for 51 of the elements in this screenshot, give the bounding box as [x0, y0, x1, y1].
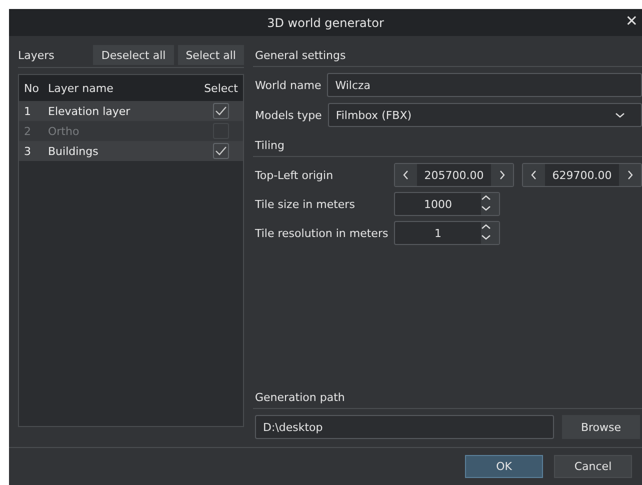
path-field[interactable]: D:\desktop	[255, 415, 554, 439]
chevron-up-icon	[481, 193, 491, 203]
window-title: 3D world generator	[267, 16, 384, 30]
chevron-right-icon	[497, 170, 507, 180]
chevron-up-icon	[481, 222, 491, 232]
table-cell-text: 2	[24, 124, 32, 138]
layer-row[interactable]: 3 Buildings	[19, 141, 243, 161]
chevron-down-icon	[481, 232, 491, 242]
layer-row[interactable]: 1 Elevation layer	[19, 101, 243, 121]
increment-button[interactable]	[619, 164, 641, 186]
coordinate-spinbox[interactable]: 205700.00	[394, 163, 514, 187]
models-type-dropdown[interactable]: Filmbox (FBX)	[328, 103, 642, 127]
cancel-button[interactable]: Cancel	[554, 455, 632, 478]
browse-button[interactable]: Browse	[562, 415, 640, 439]
decrement-button[interactable]	[523, 164, 545, 186]
chevron-down-icon	[615, 110, 625, 120]
field-label: Models type	[255, 108, 322, 122]
ok-button[interactable]: OK	[465, 455, 543, 478]
chevron-left-icon	[401, 170, 411, 180]
field-label: Top-Left origin	[255, 168, 334, 182]
check-icon	[215, 146, 227, 156]
chevron-right-icon	[625, 170, 635, 180]
number-spinbox[interactable]: 1000	[394, 192, 500, 216]
layers-label: Layers	[18, 48, 56, 62]
field-label: Tile resolution in meters	[255, 226, 388, 240]
column-header: No	[24, 82, 40, 94]
field-label: World name	[255, 78, 322, 92]
close-button[interactable]: ✕	[625, 12, 638, 30]
select-all-button[interactable]: Select all	[178, 45, 244, 65]
coordinate-spinbox[interactable]: 629700.00	[522, 163, 642, 187]
column-header: Layer name	[48, 82, 114, 94]
table-cell-text: Buildings	[48, 144, 100, 158]
section-heading: Tiling	[253, 135, 642, 157]
checkbox[interactable]	[213, 103, 229, 119]
world-name-field[interactable]: Wilcza	[327, 73, 642, 97]
checkbox[interactable]	[213, 143, 229, 159]
table-cell-text: Ortho	[48, 124, 80, 138]
section-heading: Generation path	[253, 387, 642, 409]
chevron-left-icon	[529, 170, 539, 180]
column-header: Select	[204, 82, 238, 94]
number-spinbox[interactable]: 1	[394, 221, 500, 245]
table-cell-text: 1	[24, 104, 32, 118]
chevron-down-icon	[481, 203, 491, 213]
decrement-button[interactable]	[395, 164, 417, 186]
check-icon	[215, 106, 227, 116]
increment-button[interactable]	[491, 164, 513, 186]
table-cell-text: Elevation layer	[48, 104, 132, 118]
field-label: Tile size in meters	[255, 198, 356, 210]
table-cell-text: 3	[24, 144, 32, 158]
deselect-all-button[interactable]: Deselect all	[93, 45, 174, 65]
section-heading: General settings	[253, 45, 642, 67]
